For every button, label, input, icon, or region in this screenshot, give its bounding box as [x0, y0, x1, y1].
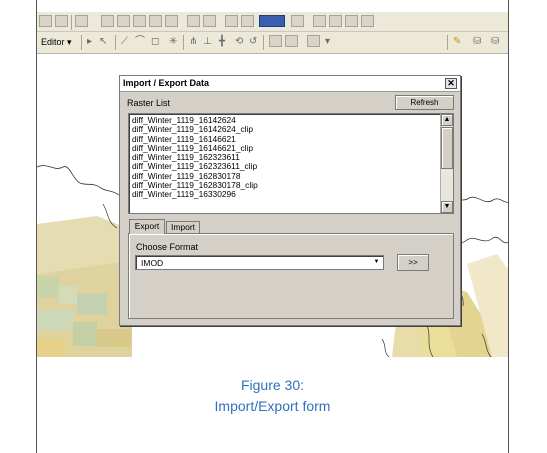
toolbar-separator — [447, 35, 448, 50]
toolbar-separator — [263, 35, 264, 50]
raster-list-item[interactable]: diff_Winter_1119_16330296 — [132, 190, 432, 200]
toolbar-button[interactable] — [55, 15, 68, 27]
layer-icon[interactable]: ⛁ — [473, 36, 481, 48]
edit-vertices-icon[interactable]: ↖ — [99, 36, 107, 48]
intersect-icon[interactable]: ╋ — [219, 36, 225, 48]
toolbar-button[interactable] — [291, 15, 304, 27]
layer-icon[interactable]: ⛁ — [491, 36, 499, 48]
toolbar-button[interactable] — [39, 15, 52, 27]
toolbar-button[interactable] — [101, 15, 114, 27]
toolbar-separator — [115, 35, 116, 50]
sketch-line-icon[interactable]: ⟋ — [121, 36, 128, 48]
figure-caption-number: Figure 30: — [240, 377, 305, 393]
editor-menu[interactable]: Editor ▾ — [41, 37, 72, 48]
close-button[interactable]: ✕ — [445, 78, 457, 89]
export-tab-panel: Choose Format IMOD ▼ >> — [128, 233, 454, 319]
scroll-thumb[interactable] — [441, 127, 453, 169]
choose-format-label: Choose Format — [136, 242, 199, 252]
scroll-down-button[interactable]: ▼ — [441, 201, 453, 213]
list-scrollbar[interactable]: ▲ ▼ — [440, 114, 453, 213]
import-export-dialog: Import / Export Data ✕ Raster List Refre… — [119, 75, 461, 326]
raster-listbox[interactable]: diff_Winter_1119_16142624 diff_Winter_111… — [128, 113, 454, 214]
arrow-down-icon: ▼ — [443, 203, 451, 210]
format-select[interactable]: IMOD ▼ — [135, 255, 384, 270]
toolbar-button[interactable] — [149, 15, 162, 27]
toolbar-separator — [183, 35, 184, 50]
arrow-up-icon: ▲ — [443, 116, 451, 123]
toolbar-button[interactable] — [345, 15, 358, 27]
toolbar-button[interactable] — [307, 35, 320, 47]
toolbar-button[interactable] — [165, 15, 178, 27]
toolbar-button[interactable] — [133, 15, 146, 27]
split-icon[interactable]: ⋔ — [189, 36, 197, 48]
tab-import[interactable]: Import — [166, 221, 200, 233]
refresh-button[interactable]: Refresh — [395, 95, 454, 110]
toolbar-button[interactable] — [361, 15, 374, 27]
toolbar-separator — [81, 35, 82, 50]
trim-icon[interactable]: ⊥ — [203, 36, 212, 48]
format-select-value: IMOD — [141, 258, 164, 268]
dialog-title: Import / Export Data — [123, 78, 210, 88]
sketch-arc-icon[interactable]: ⌒ — [135, 36, 145, 48]
toolbar-button[interactable] — [329, 15, 342, 27]
screenshot-area: Editor ▾ ▸ ↖ ⟋ ⌒ ◻ ✳ ⋔ ⊥ ╋ ⟲ ↺ ▾ ✎ ⛁ ⛁ I… — [37, 12, 508, 357]
chevron-down-icon[interactable]: ▼ — [371, 257, 382, 268]
figure-caption-title: Import/Export form — [214, 398, 331, 414]
toolbar-button-active[interactable] — [259, 15, 285, 27]
toolbar-button[interactable] — [269, 35, 282, 47]
toolbar-overflow-icon[interactable]: ▾ — [325, 36, 330, 48]
editor-tools-icon[interactable]: ✎ — [453, 36, 461, 48]
toolbar-button[interactable] — [187, 15, 200, 27]
dialog-title-bar[interactable]: Import / Export Data ✕ — [120, 76, 460, 92]
toolbar-button[interactable] — [203, 15, 216, 27]
toolbar-button[interactable] — [225, 15, 238, 27]
toolbar-button[interactable] — [241, 15, 254, 27]
raster-list-items: diff_Winter_1119_16142624 diff_Winter_111… — [132, 115, 432, 200]
close-icon: ✕ — [447, 78, 455, 88]
toolbar-button[interactable] — [117, 15, 130, 27]
reshape-icon[interactable]: ↺ — [249, 36, 257, 48]
toolbar-button[interactable] — [75, 15, 88, 27]
export-go-button[interactable]: >> — [397, 254, 429, 271]
toolbar-separator — [71, 15, 72, 30]
sketch-polygon-icon[interactable]: ◻ — [151, 36, 159, 48]
snap-icon[interactable]: ✳ — [169, 36, 177, 48]
rotate-icon[interactable]: ⟲ — [235, 36, 243, 48]
toolbar-button[interactable] — [313, 15, 326, 27]
tab-export[interactable]: Export — [129, 219, 165, 234]
toolbar-button[interactable] — [285, 35, 298, 47]
edit-tool-icon[interactable]: ▸ — [87, 36, 92, 48]
editor-toolbar: Editor ▾ ▸ ↖ ⟋ ⌒ ◻ ✳ ⋔ ⊥ ╋ ⟲ ↺ ▾ ✎ ⛁ ⛁ — [37, 32, 508, 54]
scroll-up-button[interactable]: ▲ — [441, 114, 453, 126]
raster-list-label: Raster List — [127, 98, 171, 108]
standard-toolbar — [37, 12, 508, 32]
